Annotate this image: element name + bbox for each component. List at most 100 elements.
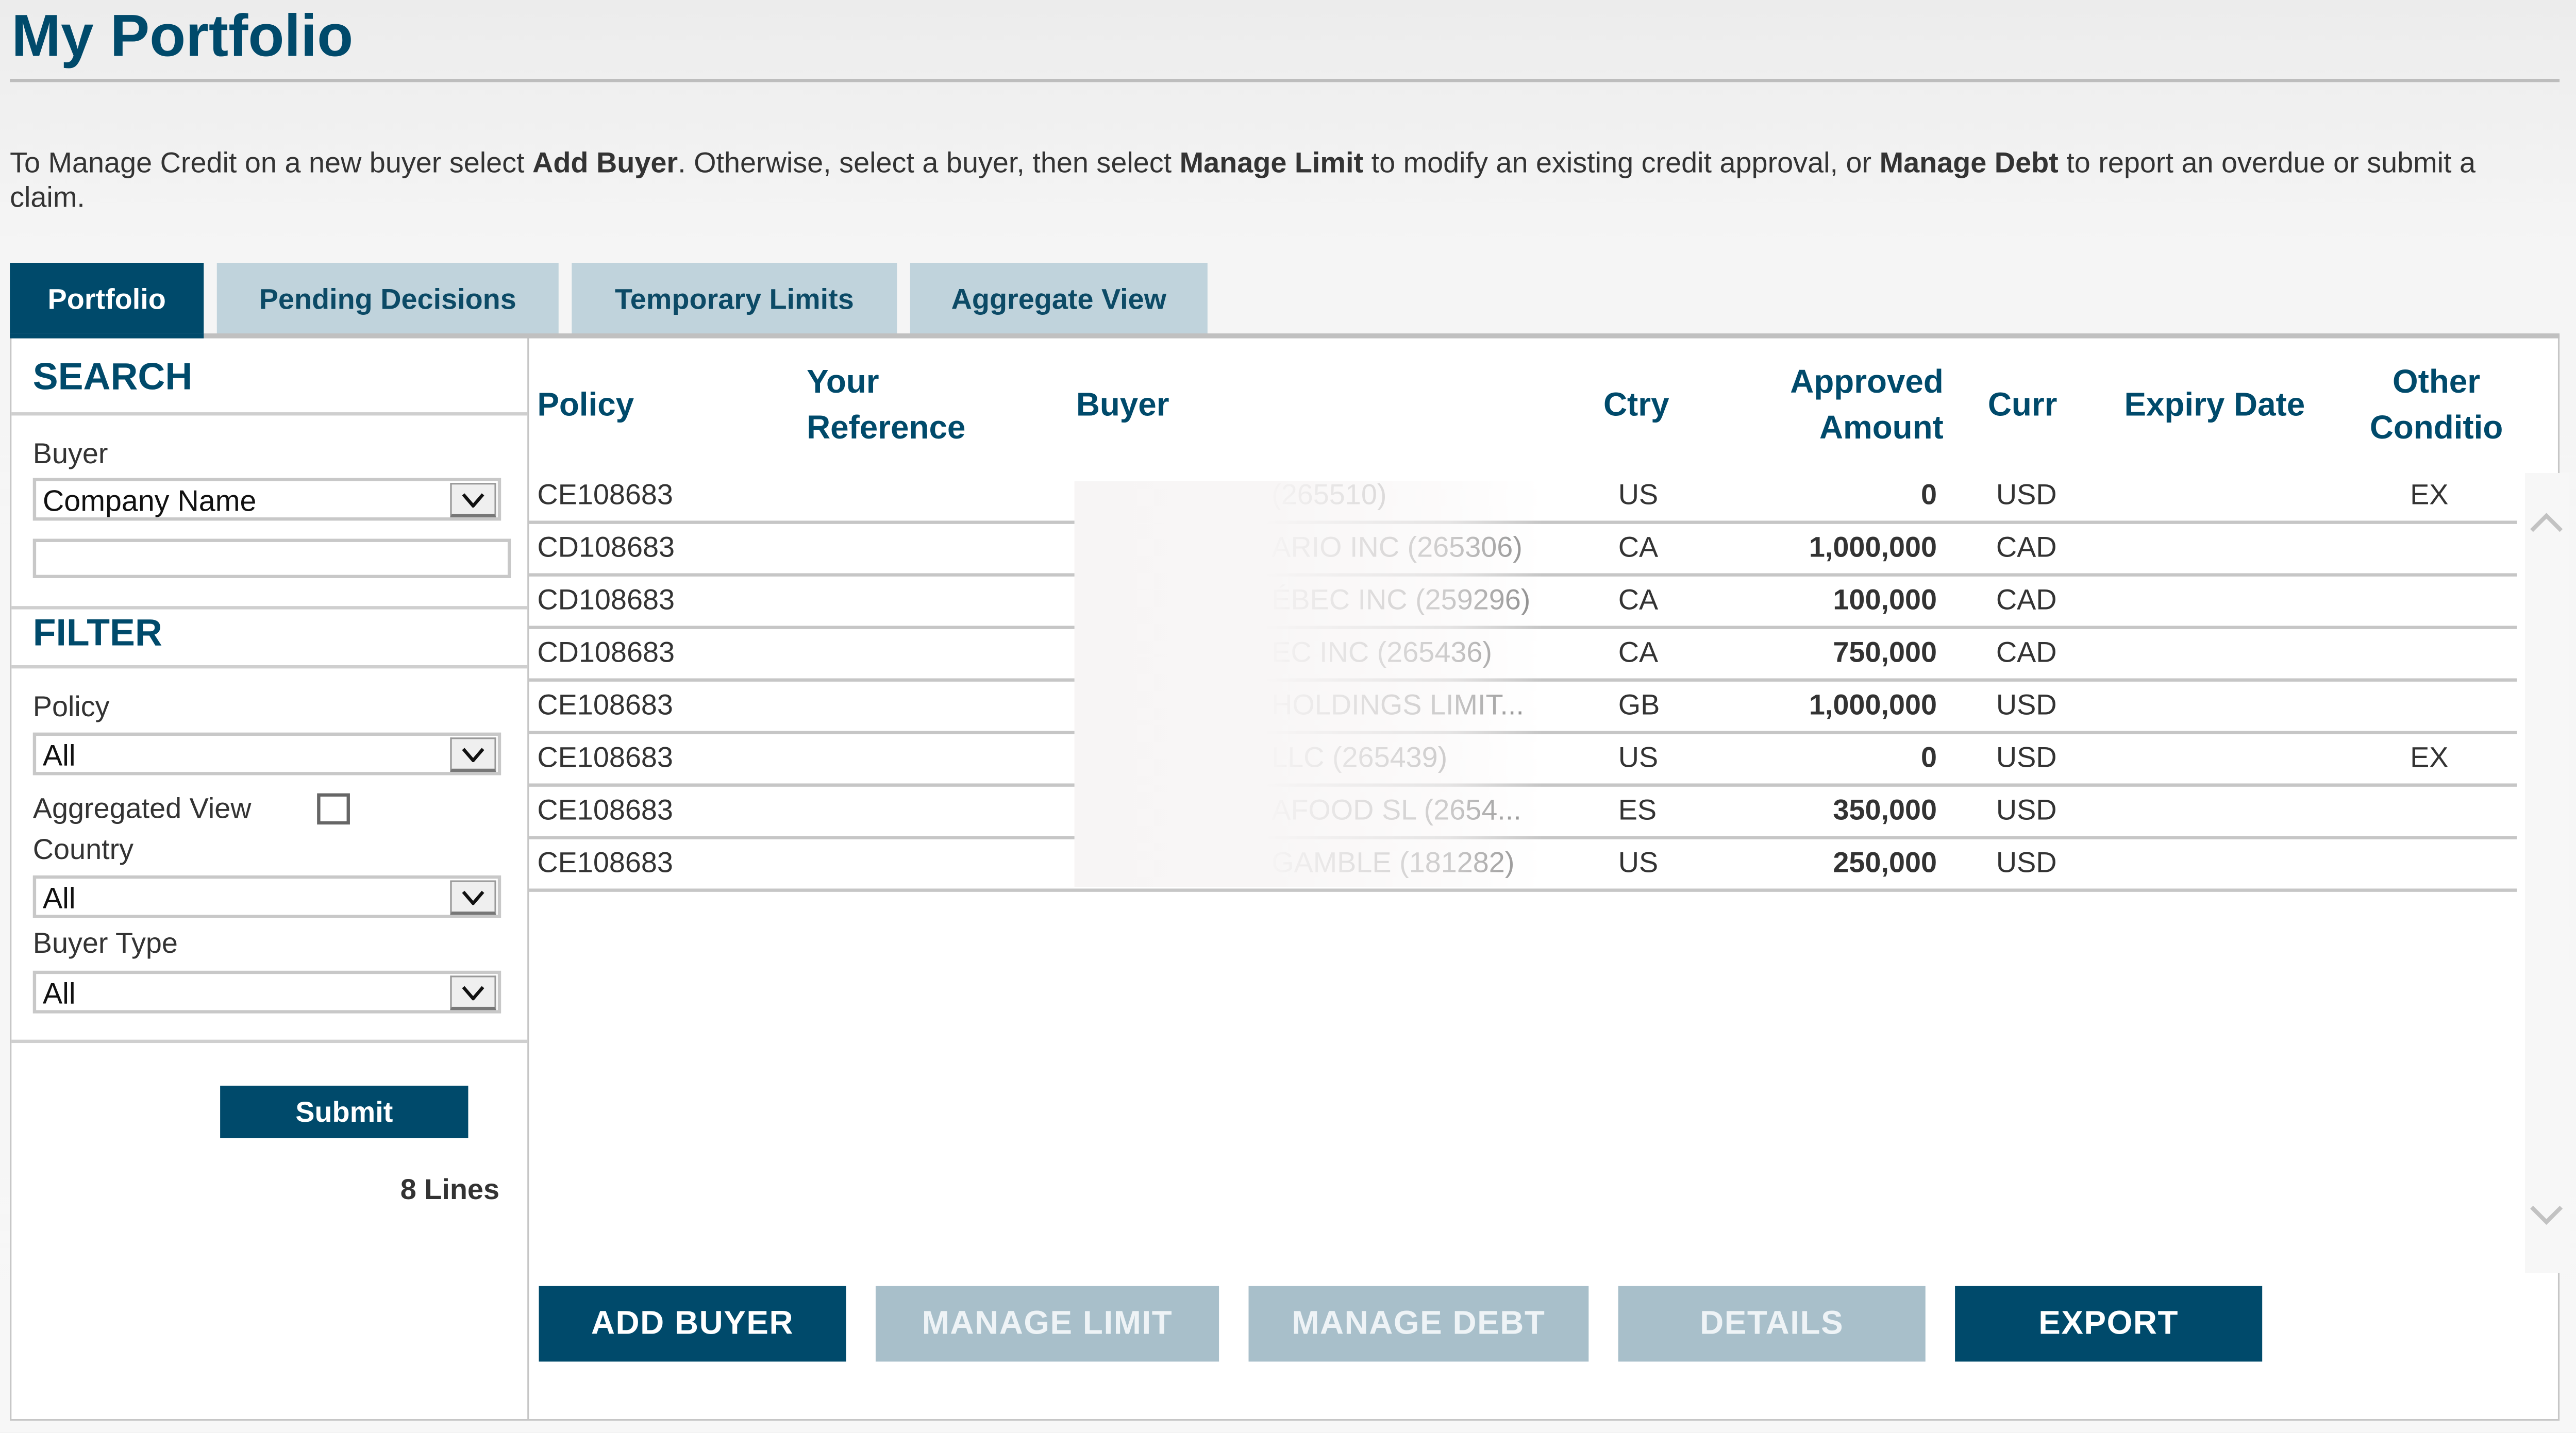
header-line: Amount [1819, 410, 1944, 447]
column-header-policy[interactable]: Policy [537, 383, 634, 429]
buyer-type-select[interactable]: All [32, 970, 501, 1014]
scroll-down-icon[interactable] [2529, 1202, 2565, 1228]
buyer-label: Buyer [32, 436, 108, 470]
chevron-down-icon[interactable] [450, 880, 496, 915]
cell-amount: 250,000 [1833, 846, 1937, 879]
column-header-curr[interactable]: Curr [1988, 383, 2058, 429]
cell-ctry: ES [1618, 793, 1657, 827]
add-buyer-button[interactable]: ADD BUYER [539, 1286, 846, 1362]
filter-heading: FILTER [32, 611, 162, 654]
column-header-ctry[interactable]: Ctry [1603, 383, 1669, 429]
cell-policy: CE108683 [537, 793, 673, 827]
cell-amount: 0 [1921, 740, 1937, 774]
table-row[interactable]: CE108683 LLC (265439) US 0 USD EX [529, 734, 2517, 787]
submit-button[interactable]: Submit [220, 1085, 469, 1138]
cell-curr: USD [1996, 740, 2057, 774]
cell-policy: CE108683 [537, 478, 673, 511]
cell-amount: 0 [1921, 478, 1937, 511]
cell-buyer: ÉBEC INC (259296) [1272, 583, 1531, 616]
header-line: Reference [807, 410, 966, 447]
select-value: Company Name [42, 484, 257, 518]
divider [11, 1039, 528, 1043]
portfolio-page: My Portfolio To Manage Credit on a new b… [0, 0, 2576, 1432]
intro-add-buyer: Add Buyer [532, 146, 678, 179]
cell-buyer: ARIO INC (265306) [1272, 530, 1523, 564]
policy-select[interactable]: All [32, 732, 501, 775]
cell-curr: USD [1996, 688, 2057, 721]
cell-policy: CD108683 [537, 635, 675, 669]
cell-policy: CD108683 [537, 583, 675, 616]
column-header-approved-amount[interactable]: Approved Amount [1790, 360, 1944, 452]
tab-portfolio[interactable]: Portfolio [10, 263, 204, 337]
table-row[interactable]: CE108683 HOLDINGS LIMIT... GB 1,000,000 USD [529, 682, 2517, 734]
cell-amount: 350,000 [1833, 793, 1937, 827]
chevron-down-icon[interactable] [450, 975, 496, 1010]
column-header-buyer[interactable]: Buyer [1076, 383, 1169, 429]
table-row[interactable]: CE108683 (265510) US 0 USD EX [529, 471, 2517, 524]
cell-ctry: US [1618, 846, 1659, 879]
cell-curr: USD [1996, 478, 2057, 511]
cell-amount: 1,000,000 [1809, 530, 1937, 564]
export-button[interactable]: EXPORT [1955, 1286, 2263, 1362]
cell-amount: 100,000 [1833, 583, 1937, 616]
select-value: All [42, 739, 76, 772]
details-button[interactable]: DETAILS [1618, 1286, 1926, 1362]
cell-policy: CD108683 [537, 530, 675, 564]
table-row[interactable]: CD108683 EC INC (265436) CA 750,000 CAD [529, 629, 2517, 682]
intro-manage-limit: Manage Limit [1179, 146, 1364, 179]
header-line: Other [2393, 364, 2481, 401]
cell-ctry: CA [1618, 583, 1659, 616]
chevron-down-icon[interactable] [450, 483, 496, 518]
cell-curr: USD [1996, 793, 2057, 827]
aggregated-view-checkbox[interactable] [317, 793, 350, 825]
intro-part: . Otherwise, select a buyer, then select [678, 146, 1180, 179]
cell-buyer: HOLDINGS LIMIT... [1272, 688, 1524, 721]
column-header-your-reference[interactable]: Your Reference [807, 360, 965, 452]
page-title: My Portfolio [11, 2, 354, 69]
cell-ctry: US [1618, 478, 1659, 511]
buyer-search-type-select[interactable]: Company Name [32, 478, 501, 521]
cell-curr: CAD [1996, 583, 2057, 616]
chevron-down-icon[interactable] [450, 737, 496, 772]
manage-debt-button[interactable]: MANAGE DEBT [1248, 1286, 1589, 1362]
column-header-other-conditions[interactable]: Other Conditio [2356, 360, 2517, 452]
cell-curr: CAD [1996, 635, 2057, 669]
divider [11, 412, 528, 416]
cell-policy: CE108683 [537, 688, 673, 721]
title-divider [10, 79, 2560, 82]
scroll-up-icon[interactable] [2529, 509, 2565, 535]
cell-buyer: AFOOD SL (2654... [1272, 793, 1521, 827]
divider [11, 606, 528, 610]
tab-underline [10, 333, 2560, 339]
manage-limit-button[interactable]: MANAGE LIMIT [875, 1286, 1219, 1362]
header-line: Your [807, 364, 879, 401]
table-row[interactable]: CE108683 AFOOD SL (2654... ES 350,000 USD [529, 787, 2517, 839]
cell-buyer: LLC (265439) [1272, 740, 1448, 774]
intro-text: To Manage Credit on a new buyer select A… [10, 146, 2556, 215]
cell-curr: USD [1996, 846, 2057, 879]
cell-other: EX [2410, 478, 2449, 511]
buyer-search-input[interactable] [32, 538, 511, 578]
column-header-expiry-date[interactable]: Expiry Date [2124, 383, 2305, 429]
tab-aggregate-view[interactable]: Aggregate View [910, 263, 1208, 337]
cell-policy: CE108683 [537, 846, 673, 879]
cell-buyer: EC INC (265436) [1272, 635, 1492, 669]
country-select[interactable]: All [32, 875, 501, 918]
header-line: Approved [1790, 364, 1944, 401]
table-row[interactable]: CD108683 ARIO INC (265306) CA 1,000,000 CAD [529, 524, 2517, 577]
vertical-scrollbar[interactable] [2525, 473, 2570, 1273]
header-line: Conditio [2369, 410, 2503, 447]
cell-buyer: (265510) [1272, 478, 1387, 511]
select-value: All [42, 977, 76, 1010]
country-label: Country [32, 833, 134, 866]
policy-label: Policy [32, 689, 110, 723]
line-count: 8 Lines [400, 1172, 499, 1206]
cell-ctry: GB [1618, 688, 1660, 721]
tab-temporary-limits[interactable]: Temporary Limits [572, 263, 897, 337]
buyer-type-label: Buyer Type [32, 926, 178, 959]
cell-amount: 750,000 [1833, 635, 1937, 669]
tab-pending-decisions[interactable]: Pending Decisions [216, 263, 559, 337]
table-row[interactable]: CE108683 GAMBLE (181282) US 250,000 USD [529, 839, 2517, 892]
cell-ctry: CA [1618, 530, 1659, 564]
table-row[interactable]: CD108683 ÉBEC INC (259296) CA 100,000 CAD [529, 577, 2517, 629]
